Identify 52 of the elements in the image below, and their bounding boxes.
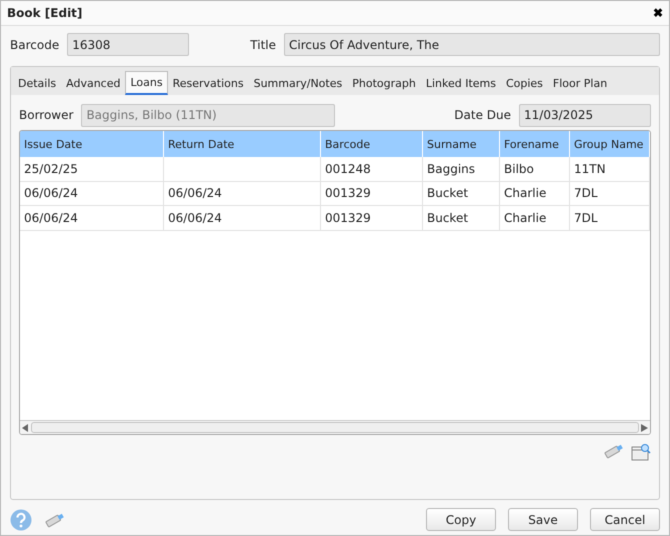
close-button[interactable]: ✖ xyxy=(653,6,663,20)
scrollbar-thumb[interactable] xyxy=(31,422,639,433)
usb-stick-icon[interactable] xyxy=(603,443,625,459)
table-cell: 06/06/24 xyxy=(164,206,321,230)
tab[interactable]: Reservations xyxy=(168,71,249,95)
table-cell: Bucket xyxy=(423,182,500,206)
title-field[interactable]: Circus Of Adventure, The xyxy=(284,33,660,56)
tab[interactable]: Linked Items xyxy=(420,71,501,95)
scroll-right-icon[interactable] xyxy=(641,424,648,432)
field-label: Borrower xyxy=(19,108,74,122)
table-cell: Baggins xyxy=(423,157,500,182)
table-cell: 001329 xyxy=(321,182,423,206)
help-icon[interactable] xyxy=(10,508,32,530)
tab[interactable]: Summary/Notes xyxy=(248,71,348,95)
date-due-field[interactable]: 11/03/2025 xyxy=(519,104,651,126)
tab[interactable]: Details xyxy=(13,71,62,95)
column-header[interactable]: Return Date xyxy=(164,131,321,157)
column-header[interactable]: Group Name xyxy=(570,131,650,157)
field-label: Date Due xyxy=(454,108,511,122)
table-cell: Bucket xyxy=(423,206,500,230)
table-cell: 001329 xyxy=(321,206,423,230)
table-cell: 06/06/24 xyxy=(164,182,321,206)
action-button[interactable]: Save xyxy=(508,508,578,531)
table-cell: 001248 xyxy=(321,157,423,182)
barcode-field[interactable]: 16308 xyxy=(67,33,190,56)
table-cell: Bilbo xyxy=(500,157,570,182)
scroll-left-icon[interactable] xyxy=(22,424,29,432)
column-header[interactable]: Barcode xyxy=(321,131,423,157)
column-header[interactable]: Issue Date xyxy=(20,131,164,157)
action-button[interactable]: Cancel xyxy=(590,508,660,531)
table-cell: Charlie xyxy=(500,182,570,206)
tab[interactable]: Photograph xyxy=(347,71,421,95)
tab[interactable]: Loans xyxy=(125,71,168,95)
borrower-field[interactable]: Baggins, Bilbo (11TN) xyxy=(81,104,336,126)
field-label: Title xyxy=(250,38,276,52)
table-cell: 7DL xyxy=(570,206,650,230)
window-search-icon[interactable] xyxy=(631,443,651,461)
table-cell: 25/02/25 xyxy=(20,157,164,182)
field-label: Barcode xyxy=(10,38,60,52)
tab[interactable]: Floor Plan xyxy=(548,71,612,95)
column-header[interactable]: Surname xyxy=(423,131,500,157)
action-button[interactable]: Copy xyxy=(426,508,496,531)
tab[interactable]: Advanced xyxy=(61,71,126,95)
table-cell: Charlie xyxy=(500,206,570,230)
table-cell: 06/06/24 xyxy=(20,206,164,230)
table-cell: 06/06/24 xyxy=(20,182,164,206)
table-cell: 11TN xyxy=(570,157,650,182)
window-title: Book [Edit] xyxy=(7,6,82,20)
tab[interactable]: Copies xyxy=(500,71,548,95)
table-cell: 7DL xyxy=(570,182,650,206)
usb-stick-icon[interactable] xyxy=(44,512,66,528)
column-header[interactable]: Forename xyxy=(500,131,570,157)
